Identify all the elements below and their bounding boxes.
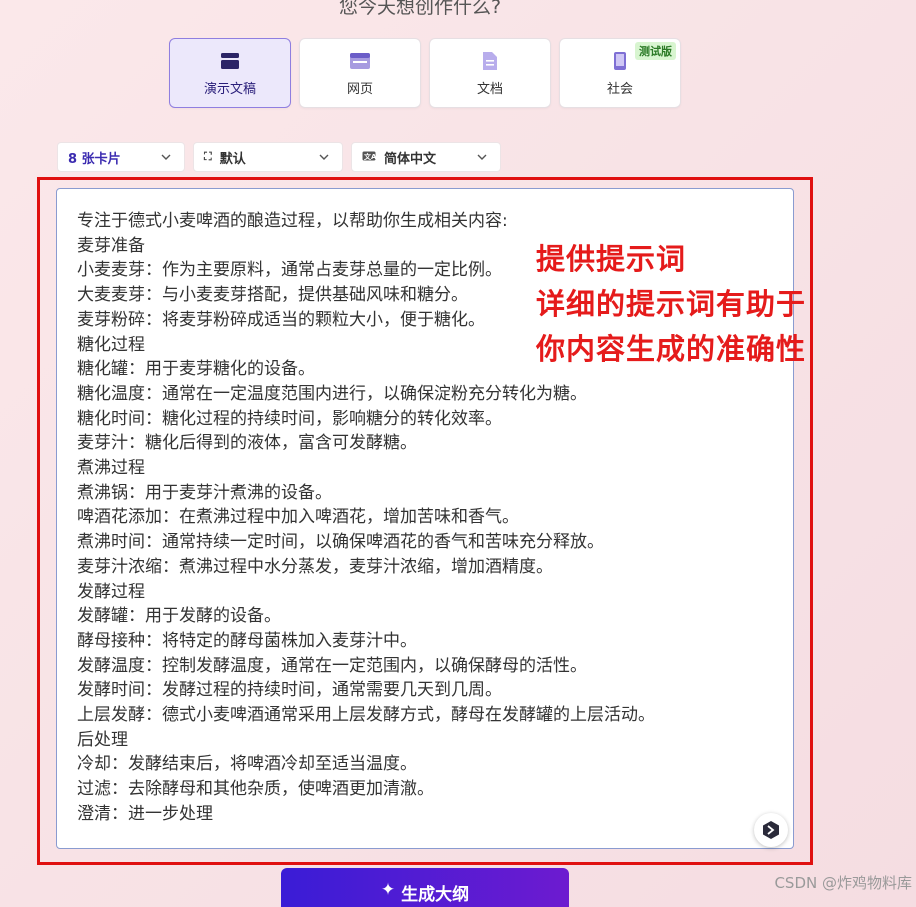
type-label: 网页 — [346, 81, 373, 97]
assistant-button[interactable] — [754, 813, 788, 847]
prompt-line: 专注于德式小麦啤酒的酿造过程，以帮助你生成相关内容: — [77, 211, 508, 231]
card-count-value: 8 张卡片 — [68, 151, 121, 167]
type-label: 社会 — [606, 81, 633, 97]
chevron-down-icon — [319, 154, 329, 160]
type-presentation-button[interactable]: 演示文稿 — [169, 38, 291, 108]
annotation-line-3: 你内容生成的准确性 — [536, 332, 807, 366]
type-social-button[interactable]: 测试版 社会 — [559, 38, 681, 108]
translate-icon: 文A — [362, 151, 377, 164]
watermark: CSDN @炸鸡物料库 — [774, 874, 912, 892]
prompt-line: 澄清：进一步处理 — [77, 803, 213, 824]
type-webpage-button[interactable]: 网页 — [299, 38, 421, 108]
card-count-select[interactable]: 8 张卡片 — [57, 142, 185, 172]
prompt-line: 发酵时间：发酵过程的持续时间，通常需要几天到几周。 — [77, 680, 502, 701]
type-label: 文档 — [476, 81, 503, 97]
presentation-icon — [219, 50, 241, 72]
generate-outline-button[interactable]: ✦ 生成大纲 — [281, 868, 569, 907]
prompt-line: 糖化温度：通常在一定温度范围内进行，以确保淀粉充分转化为糖。 — [77, 383, 587, 404]
type-document-button[interactable]: 文档 — [429, 38, 551, 108]
generate-label: 生成大纲 — [401, 885, 470, 905]
annotation-line-2: 详细的提示词有助于 — [536, 287, 807, 321]
page-question: 您今天想创作什么? — [338, 0, 502, 18]
prompt-line: 发酵温度：控制发酵温度，通常在一定范围内，以确保酵母的活性。 — [77, 655, 587, 676]
prompt-line: 啤酒花添加：在煮沸过程中加入啤酒花，增加苦味和香气。 — [77, 507, 519, 528]
prompt-line: 上层发酵：德式小麦啤酒通常采用上层发酵方式，酵母在发酵罐的上层活动。 — [77, 705, 655, 726]
assistant-icon — [763, 821, 779, 839]
social-phone-icon — [609, 50, 631, 72]
language-value: 简体中文 — [384, 151, 437, 167]
prompt-line: 煮沸时间：通常持续一定时间，以确保啤酒花的香气和苦味充分释放。 — [77, 532, 604, 553]
prompt-line: 后处理 — [77, 729, 128, 750]
svg-text:文A: 文A — [364, 152, 376, 161]
chevron-down-icon — [161, 154, 171, 160]
type-label: 演示文稿 — [203, 81, 256, 97]
webpage-icon — [349, 50, 371, 72]
prompt-line: 冷却：发酵结束后，将啤酒冷却至适当温度。 — [77, 754, 417, 775]
prompt-line: 发酵过程 — [77, 581, 145, 602]
layout-value: 默认 — [219, 151, 246, 167]
language-select[interactable]: 文A 简体中文 — [351, 142, 501, 172]
beta-badge: 测试版 — [635, 42, 676, 60]
prompt-line: 麦芽汁浓缩：煮沸过程中水分蒸发，麦芽汁浓缩，增加酒精度。 — [77, 556, 553, 577]
prompt-line: 酵母接种：将特定的酵母菌株加入麦芽汁中。 — [77, 630, 417, 651]
annotation-line-1: 提供提示词 — [536, 242, 687, 276]
expand-icon: ⛶ — [204, 150, 212, 163]
prompt-line: 麦芽汁：糖化后得到的液体，富含可发酵糖。 — [77, 433, 417, 454]
prompt-line: 煮沸锅：用于麦芽汁煮沸的设备。 — [77, 482, 332, 503]
layout-select[interactable]: ⛶ 默认 — [193, 142, 343, 172]
prompt-line: 发酵罐：用于发酵的设备。 — [77, 606, 281, 627]
chevron-down-icon — [477, 154, 487, 160]
sparkle-icon: ✦ — [380, 880, 396, 900]
prompt-line: 糖化时间：糖化过程的持续时间，影响糖分的转化效率。 — [77, 408, 502, 429]
prompt-line: 煮沸过程 — [77, 458, 145, 479]
document-icon — [479, 50, 501, 72]
prompt-line: 过滤：去除酵母和其他杂质，使啤酒更加清澈。 — [77, 779, 434, 800]
